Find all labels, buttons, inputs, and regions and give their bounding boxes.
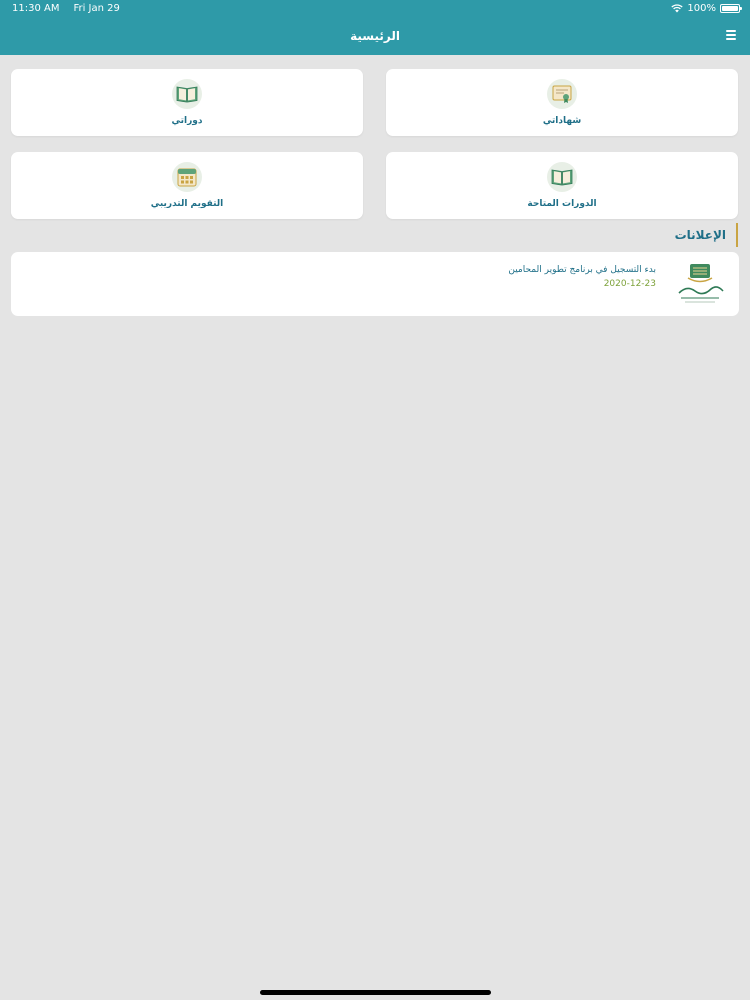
status-bar-left: 11:30 AM Fri Jan 29	[12, 3, 120, 14]
tile-label: التقويم التدريبي	[150, 199, 224, 209]
book-icon	[172, 79, 202, 109]
training-center-logo	[673, 261, 727, 307]
status-time: 11:30 AM	[12, 3, 60, 14]
announcement-date: 2020-12-23	[603, 279, 656, 289]
tile-training-calendar[interactable]: التقويم التدريبي	[11, 152, 363, 219]
wifi-icon	[671, 4, 684, 13]
tile-my-courses[interactable]: دوراتي	[11, 69, 363, 136]
page-title: الرئيسية	[350, 29, 400, 43]
battery-percent: 100%	[687, 3, 716, 14]
certificate-icon	[547, 79, 577, 109]
book-icon	[547, 162, 577, 192]
announcement-item[interactable]: بدء التسجيل في برنامج تطوير المحامين 202…	[11, 252, 739, 316]
battery-icon	[720, 4, 742, 13]
tile-label: دوراتي	[171, 116, 203, 126]
status-bar-right: 100%	[671, 3, 742, 14]
hamburger-icon[interactable]	[726, 30, 736, 40]
tile-label: الدورات المتاحة	[527, 199, 597, 209]
battery-fill	[722, 6, 738, 11]
home-indicator[interactable]	[260, 990, 491, 995]
tile-my-certificates[interactable]: شهاداتي	[386, 69, 738, 136]
announcement-title: بدء التسجيل في برنامج تطوير المحامين	[508, 265, 656, 275]
tile-available-courses[interactable]: الدورات المتاحة	[386, 152, 738, 219]
announcements-heading: الإعلانات	[675, 223, 738, 247]
top-bar: 11:30 AM Fri Jan 29 100% الرئيسية	[0, 0, 750, 55]
calendar-icon	[172, 162, 202, 192]
status-date: Fri Jan 29	[73, 3, 120, 14]
tile-label: شهاداتي	[542, 116, 582, 126]
